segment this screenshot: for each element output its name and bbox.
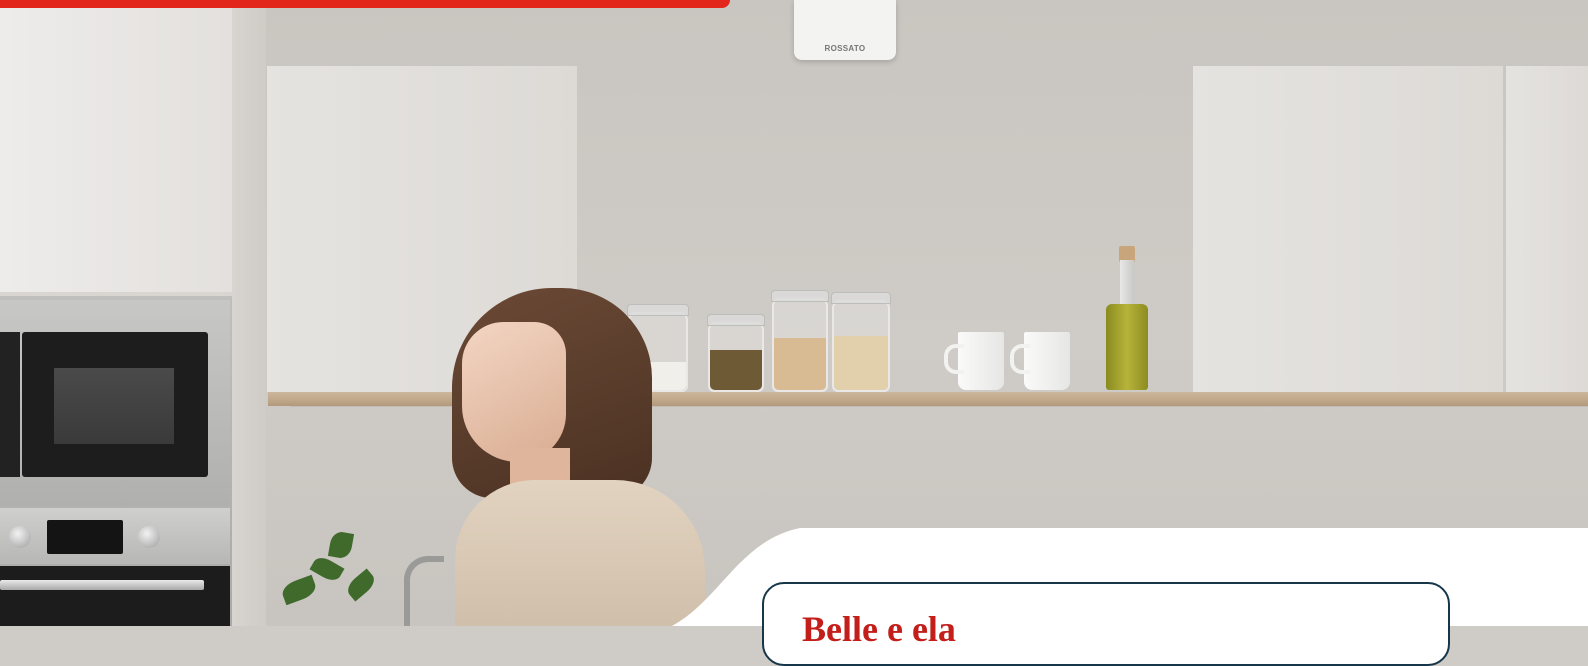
mug-handle <box>944 344 964 374</box>
woman-sweater <box>455 480 705 626</box>
info-card-title: Belle e ela <box>802 609 956 649</box>
jar-lid <box>831 292 891 304</box>
jar-content <box>710 350 762 390</box>
microwave-glass <box>54 368 174 444</box>
jar-lid <box>771 290 829 302</box>
upper-cabinet-far-right <box>1506 66 1588 392</box>
info-card: Belle e ela <box>762 582 1450 666</box>
oven-display <box>47 520 123 554</box>
jar-herbs <box>707 314 765 392</box>
oil-bottle <box>1106 246 1148 390</box>
oven-knob-right <box>138 526 160 548</box>
hero-image: ROSSATO <box>0 0 1588 626</box>
oven-knob-left <box>9 526 31 548</box>
microwave-window <box>22 332 208 477</box>
woman-face <box>462 322 566 462</box>
wall-pillar <box>232 0 266 626</box>
mug-right <box>1010 332 1070 390</box>
header-accent-bar <box>0 0 730 8</box>
oven-handle <box>0 580 204 590</box>
jar-rice <box>771 290 829 392</box>
microwave <box>0 300 230 505</box>
tall-cabinet <box>0 0 232 292</box>
wall-device: ROSSATO <box>794 0 896 60</box>
jar-content <box>774 338 826 390</box>
jar-content <box>834 336 888 390</box>
bottle-body <box>1106 304 1148 390</box>
jar-lid <box>627 304 689 316</box>
kitchen-faucet <box>404 556 444 626</box>
oven-control-panel <box>0 508 230 564</box>
mug-handle <box>1010 344 1030 374</box>
device-brand-label: ROSSATO <box>824 44 866 53</box>
jar-lid <box>707 314 765 326</box>
microwave-control-panel <box>0 332 20 477</box>
mug-left <box>944 332 1004 390</box>
oven-door <box>0 566 230 626</box>
upper-cabinet-right <box>1193 66 1503 392</box>
bottle-neck <box>1120 260 1134 304</box>
jar-grain <box>831 292 891 392</box>
